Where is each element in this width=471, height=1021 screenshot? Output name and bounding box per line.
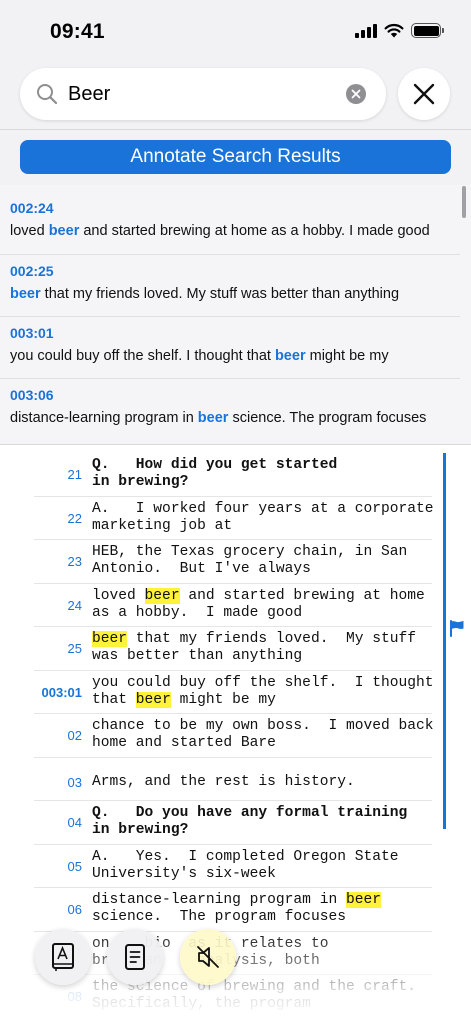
transcript-line[interactable]: 04 Q. Do you have any formal training in … [0, 801, 440, 845]
transcript-text: Q. Do you have any formal training in br… [92, 805, 408, 838]
clear-search-icon[interactable] [346, 84, 366, 104]
results-scrollbar[interactable] [462, 186, 466, 218]
transcript-line[interactable]: 22 A. I worked four years at a corporate … [0, 497, 440, 540]
mute-icon [197, 946, 219, 968]
search-result-item[interactable]: 003:01 you could buy off the shelf. I th… [0, 316, 460, 378]
transcript-text: Q. How did you get started in brewing? [92, 457, 338, 490]
transcript-line[interactable]: 003:01 you could buy off the shelf. I tho… [0, 671, 440, 714]
line-number: 25 [67, 641, 82, 656]
line-number: 05 [67, 858, 82, 874]
search-highlight: beer [144, 587, 180, 604]
battery-icon [411, 23, 444, 38]
transcript-text: beer that my friends loved. My stuff was… [92, 631, 417, 664]
search-highlight: beer [345, 892, 382, 908]
document-button[interactable] [107, 929, 163, 985]
search-result-item[interactable]: 002:24 loved beer and started brewing at… [0, 192, 460, 254]
mute-button[interactable] [180, 929, 236, 985]
annotate-bar: Annotate Search Results [0, 130, 471, 185]
result-snippet: beer that my friends loved. My stuff was… [10, 286, 400, 302]
transcript-line[interactable]: 23 HEB, the Texas grocery chain, in San A… [0, 540, 440, 584]
search-highlight: beer [92, 631, 128, 647]
transcript-line[interactable]: 05 A. Yes. I completed Oregon State Unive… [0, 845, 440, 888]
flag-icon[interactable] [448, 619, 466, 637]
transcript-text: you could buy off the shelf. I thought t… [92, 674, 434, 708]
result-timestamp: 002:24 [10, 200, 54, 216]
search-result-item[interactable]: 002:25 beer that my friends loved. My st… [0, 254, 460, 316]
annotate-search-results-button[interactable]: Annotate Search Results [20, 140, 451, 174]
line-number: 21 [67, 467, 82, 482]
line-number: 04 [67, 815, 82, 830]
transcript-text: distance-learning program in beer scienc… [92, 892, 382, 925]
transcript-line[interactable]: 21 Q. How did you get started in brewing? [0, 453, 440, 497]
transcript-text: A. I worked four years at a corporate ma… [92, 500, 434, 534]
status-time: 09:41 [50, 20, 105, 43]
search-input[interactable] [68, 68, 348, 120]
transcript-line[interactable]: 03 Arms, and the rest is history. [0, 758, 440, 801]
line-number: 02 [67, 728, 82, 743]
line-number: 22 [67, 510, 82, 526]
result-timestamp: 003:06 [10, 387, 54, 403]
exhibit-book-icon [52, 943, 74, 971]
exhibits-button[interactable] [35, 929, 91, 985]
transcript-line[interactable]: 06 distance-learning program in beer scie… [0, 888, 440, 932]
close-icon [413, 83, 435, 105]
cellular-signal-icon [355, 23, 377, 38]
line-number: 06 [67, 902, 82, 917]
status-icons [355, 23, 444, 38]
selection-bar [443, 453, 446, 829]
transcript-line[interactable]: 24 loved beer and started brewing at home… [0, 584, 440, 627]
status-bar: 09:41 [0, 0, 471, 62]
line-number: 24 [67, 597, 82, 613]
search-results-list[interactable]: 002:24 loved beer and started brewing at… [0, 185, 471, 445]
line-number: 23 [67, 554, 82, 569]
document-icon [125, 944, 145, 970]
result-snippet: distance-learning program in beer scienc… [10, 410, 427, 426]
transcript-line[interactable]: 25 beer that my friends loved. My stuff w… [0, 627, 440, 671]
search-icon [37, 84, 58, 105]
transcript-line[interactable]: 02 chance to be my own boss. I moved back… [0, 714, 440, 758]
result-snippet: you could buy off the shelf. I thought t… [10, 348, 389, 364]
search-result-item[interactable]: 003:06 distance-learning program in beer… [0, 378, 460, 440]
close-search-button[interactable] [398, 68, 450, 120]
transcript-text: chance to be my own boss. I moved back h… [92, 718, 434, 751]
transcript-text: A. Yes. I completed Oregon State Univers… [92, 848, 399, 882]
transcript-text: loved beer and started brewing at home a… [92, 587, 425, 621]
result-timestamp: 002:25 [10, 263, 54, 279]
transcript-text: HEB, the Texas grocery chain, in San Ant… [92, 544, 408, 577]
search-field[interactable] [20, 68, 386, 120]
wifi-icon [384, 23, 404, 38]
result-snippet: loved beer and started brewing at home a… [10, 223, 430, 239]
line-number: 003:01 [41, 684, 82, 700]
search-highlight: beer [135, 691, 171, 708]
line-number: 03 [67, 774, 82, 790]
transcript-text: Arms, and the rest is history. [92, 773, 355, 790]
search-header [0, 62, 471, 130]
result-timestamp: 003:01 [10, 325, 54, 341]
